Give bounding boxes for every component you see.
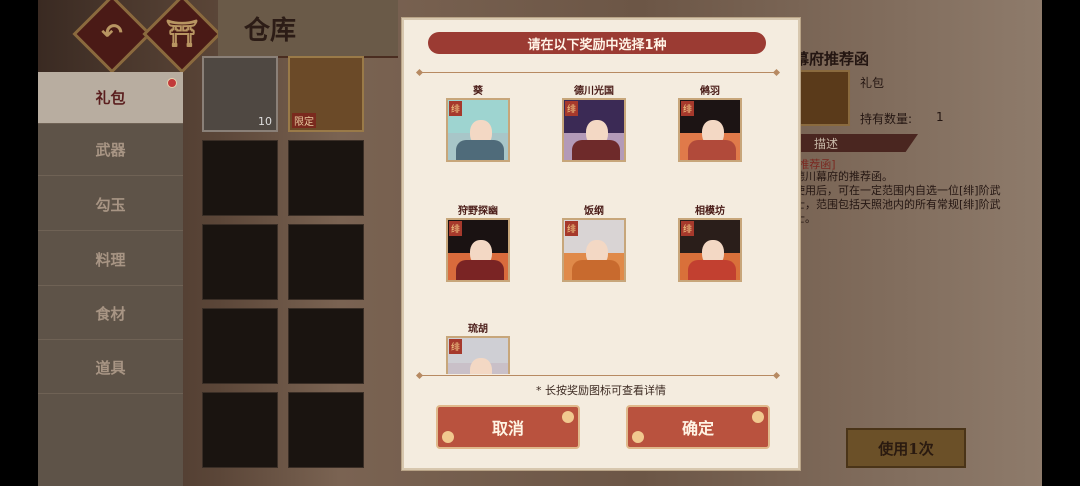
description-header (794, 134, 918, 152)
divider (420, 375, 776, 376)
inventory-slot[interactable] (202, 308, 278, 384)
sidebar-item-label: 礼包 (95, 89, 126, 107)
inventory-slot[interactable] (288, 224, 364, 300)
dialog-title: 请在以下奖励中选择1种 (428, 32, 766, 54)
description-label: 描述 (814, 137, 839, 151)
game-screen: ↶ ⛩ 仓库 礼包 武器 勾玉 料理 食材 道具 10 限定 幕府推荐函 礼包 … (38, 0, 1042, 486)
rarity-badge: 绯 (565, 101, 578, 116)
flower-ornament-icon (632, 431, 644, 443)
flower-ornament-icon (442, 431, 454, 443)
back-arrow-icon: ↶ (101, 19, 123, 49)
inventory-slot[interactable] (202, 392, 278, 468)
rarity-badge: 绯 (565, 221, 578, 236)
confirm-button[interactable]: 确定 (626, 405, 770, 449)
character-name: 德川光国 (574, 86, 614, 97)
hint-text: * 长按奖励图标可查看详情 (536, 384, 666, 397)
rarity-badge: 绯 (449, 339, 462, 354)
flower-ornament-icon (752, 411, 764, 423)
sidebar-item-gift[interactable]: 礼包 (38, 72, 183, 124)
inventory-slot[interactable] (288, 392, 364, 468)
inventory-slot[interactable] (288, 308, 364, 384)
page-title: 仓库 (244, 16, 297, 46)
reward-select-dialog: 请在以下奖励中选择1种 葵 绯 德川光国 绯 鸺羽 绯 狩野探幽 绯 饭纲 绯 … (402, 18, 800, 470)
character-portrait-shuu[interactable]: 绯 (678, 98, 742, 162)
sidebar-item-label: 食材 (95, 305, 126, 323)
character-portrait-tokugawa[interactable]: 绯 (562, 98, 626, 162)
character-portrait-izuna[interactable]: 绯 (562, 218, 626, 282)
character-name: 鸺羽 (700, 86, 720, 97)
sidebar-item-weapon[interactable]: 武器 (38, 124, 183, 176)
count-value: 1 (936, 110, 944, 124)
cancel-label: 取消 (491, 419, 524, 438)
character-name: 狩野探幽 (458, 206, 498, 217)
sidebar-item-ingredients[interactable]: 食材 (38, 288, 183, 340)
character-portrait-kano[interactable]: 绯 (446, 218, 510, 282)
flower-ornament-icon (562, 411, 574, 423)
letter-icon (794, 70, 850, 126)
character-name: 饭纲 (584, 206, 604, 217)
rarity-badge: 绯 (681, 221, 694, 236)
item-name: 幕府推荐函 (794, 50, 870, 68)
use-once-button[interactable]: 使用1次 (846, 428, 966, 468)
character-name: 葵 (473, 86, 483, 97)
inventory-slot[interactable] (202, 140, 278, 216)
character-portrait-sagamibou[interactable]: 绯 (678, 218, 742, 282)
character-portrait-aoi[interactable]: 绯 (446, 98, 510, 162)
notification-dot (167, 78, 177, 88)
sidebar-item-label: 勾玉 (95, 196, 126, 214)
sidebar-item-cuisine[interactable]: 料理 (38, 234, 183, 286)
rarity-badge: 绯 (681, 101, 694, 116)
rarity-badge: 绯 (449, 101, 462, 116)
sidebar: 礼包 武器 勾玉 料理 食材 道具 (38, 72, 183, 486)
sidebar-item-items[interactable]: 道具 (38, 342, 183, 394)
inventory-slot[interactable] (202, 224, 278, 300)
sidebar-item-label: 道具 (95, 359, 126, 377)
inventory-slot[interactable]: 10 (202, 56, 278, 132)
sidebar-item-magatama[interactable]: 勾玉 (38, 179, 183, 231)
divider (420, 72, 776, 73)
rarity-badge: 绯 (449, 221, 462, 236)
sidebar-item-label: 料理 (95, 251, 126, 269)
torii-icon: ⛩ (165, 19, 199, 49)
item-type: 礼包 (860, 76, 885, 90)
character-name: 琉胡 (468, 324, 488, 335)
cancel-button[interactable]: 取消 (436, 405, 580, 449)
confirm-label: 确定 (681, 419, 714, 438)
inventory-slot[interactable]: 限定 (288, 56, 364, 132)
back-button[interactable]: ↶ (72, 0, 152, 74)
limited-tag: 限定 (292, 113, 316, 128)
count-label: 持有数量: (860, 112, 913, 126)
inventory-slot[interactable] (288, 140, 364, 216)
character-portrait-ruko[interactable]: 绯 (446, 336, 510, 374)
character-name: 相模坊 (695, 206, 725, 217)
item-count: 10 (258, 115, 272, 128)
description-body: 德川幕府的推荐函。 使用后，可在一定范围内自选一位[绯]阶武士，范围包括天照池内… (794, 170, 1001, 225)
sidebar-item-label: 武器 (95, 141, 126, 159)
